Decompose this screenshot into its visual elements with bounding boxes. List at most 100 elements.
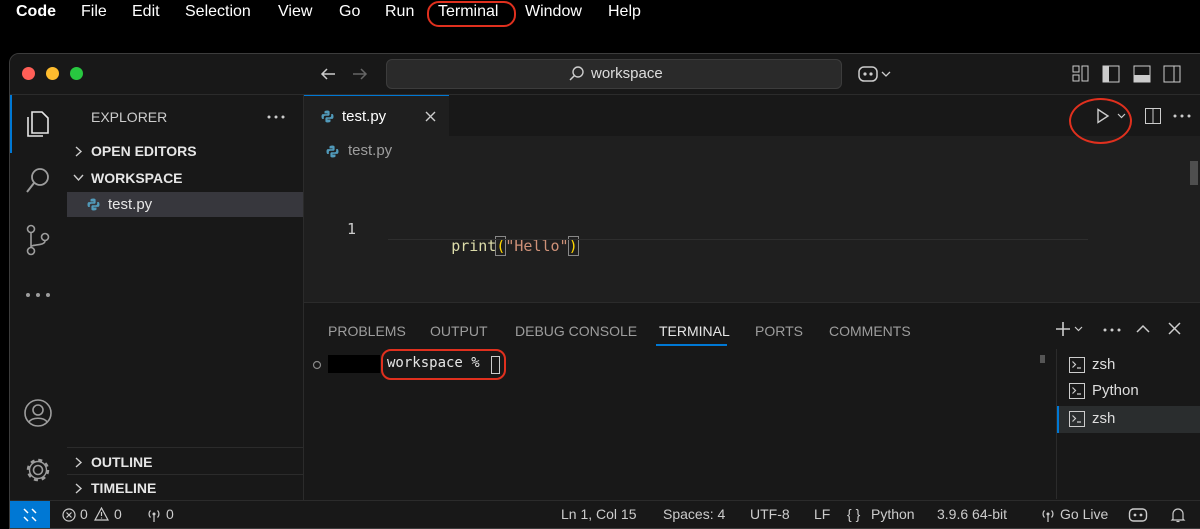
close-icon[interactable] [425, 111, 436, 122]
active-indicator [10, 95, 12, 153]
more-actions-icon[interactable] [1173, 114, 1191, 118]
more-icon[interactable] [25, 291, 51, 299]
terminal-name: Python [1092, 382, 1139, 399]
braces-icon: { } [847, 506, 861, 522]
file-name: test.py [108, 196, 153, 213]
toggle-sidebar-icon[interactable] [1102, 65, 1120, 83]
close-icon[interactable] [1168, 322, 1181, 335]
menu-selection[interactable]: Selection [185, 3, 251, 21]
editor-scrollbar[interactable] [1190, 161, 1198, 185]
explorer-sidebar: EXPLORER OPEN EDITORS WORKSPACE test.py [67, 95, 304, 500]
sidebar-divider [67, 447, 303, 448]
tab-test-py[interactable]: test.py [304, 95, 449, 137]
timeline-section[interactable]: TIMELINE [67, 476, 303, 500]
outline-section[interactable]: OUTLINE [67, 450, 303, 474]
remote-indicator[interactable] [10, 501, 50, 528]
close-window-button[interactable] [22, 67, 35, 80]
new-terminal-icon[interactable] [1055, 321, 1085, 337]
file-item-test-py[interactable]: test.py [67, 192, 303, 217]
terminal-list-item-active[interactable]: zsh [1057, 406, 1200, 433]
line-number: 1 [347, 220, 357, 238]
menu-view[interactable]: View [278, 3, 312, 21]
split-editor-icon[interactable] [1144, 107, 1162, 125]
source-control-icon[interactable] [25, 224, 51, 256]
redacted-username [328, 355, 380, 373]
menu-file[interactable]: File [81, 3, 107, 21]
terminal-list-item[interactable]: Python [1057, 380, 1200, 404]
encoding[interactable]: UTF-8 [750, 506, 790, 522]
menu-bar: Code File Edit Selection View Go Run Ter… [0, 0, 1200, 26]
search-icon [568, 65, 586, 83]
language-mode[interactable]: { } Python [847, 501, 927, 528]
tab-comments[interactable]: COMMENTS [829, 323, 911, 339]
menu-window[interactable]: Window [525, 3, 582, 21]
terminal-icon [1069, 357, 1085, 373]
python-file-icon [321, 110, 334, 123]
go-live-button[interactable]: Go Live [1040, 501, 1115, 528]
menu-run[interactable]: Run [385, 3, 414, 21]
command-center-search[interactable]: workspace [386, 59, 842, 89]
broadcast-icon [1040, 507, 1056, 523]
error-icon [62, 508, 76, 522]
remote-icon [22, 507, 38, 523]
notifications-icon[interactable] [1170, 507, 1186, 523]
terminal-scrollbar[interactable] [1040, 355, 1045, 363]
more-actions-icon[interactable] [1103, 328, 1121, 332]
error-count: 0 [80, 506, 88, 522]
ports-status[interactable]: 0 [144, 501, 184, 528]
toggle-panel-icon[interactable] [1133, 65, 1151, 83]
breadcrumb-file: test.py [348, 142, 393, 159]
customize-layout-icon[interactable] [1072, 65, 1090, 83]
terminal-name: zsh [1092, 356, 1116, 373]
menu-edit[interactable]: Edit [132, 3, 160, 21]
terminal-content[interactable]: workspace % [304, 349, 1044, 499]
minimize-window-button[interactable] [46, 67, 59, 80]
app-menu[interactable]: Code [16, 3, 56, 21]
current-line-highlight [388, 239, 1088, 240]
tab-problems[interactable]: PROBLEMS [328, 323, 406, 339]
tab-ports[interactable]: PORTS [755, 323, 803, 339]
cursor-position[interactable]: Ln 1, Col 15 [561, 506, 637, 522]
zoom-window-button[interactable] [70, 67, 83, 80]
back-arrow-icon[interactable] [319, 66, 337, 82]
editor-tabs: test.py [304, 95, 1200, 144]
copilot-icon[interactable] [1128, 507, 1148, 523]
gear-icon[interactable] [23, 455, 53, 485]
tab-output[interactable]: OUTPUT [430, 323, 488, 339]
editor-area: test.py test.py 1 print("Hello") [304, 95, 1200, 302]
terminal-name: zsh [1092, 410, 1116, 427]
code-line[interactable]: print("Hello") [397, 219, 579, 273]
indentation[interactable]: Spaces: 4 [663, 506, 725, 522]
copilot-icon[interactable] [857, 64, 893, 84]
python-file-icon [87, 198, 100, 211]
timeline-label: TIMELINE [91, 480, 157, 496]
accounts-icon[interactable] [23, 398, 53, 428]
chevron-right-icon [75, 483, 83, 494]
menu-go[interactable]: Go [339, 3, 360, 21]
open-editors-label: OPEN EDITORS [91, 143, 197, 159]
terminal-list: zsh Python zsh [1056, 349, 1200, 499]
toggle-secondary-sidebar-icon[interactable] [1163, 65, 1181, 83]
python-interpreter[interactable]: 3.9.6 64-bit [937, 506, 1007, 522]
terminal-list-item[interactable]: zsh [1057, 354, 1200, 378]
open-editors-section[interactable]: OPEN EDITORS [67, 139, 303, 163]
tab-terminal[interactable]: TERMINAL [659, 323, 730, 339]
chevron-right-icon [75, 457, 83, 468]
menu-help[interactable]: Help [608, 3, 641, 21]
explorer-icon[interactable] [23, 109, 51, 139]
more-actions-icon[interactable] [267, 115, 285, 119]
chevron-right-icon [75, 146, 83, 157]
search-icon[interactable] [24, 166, 52, 196]
tab-debug-console[interactable]: DEBUG CONSOLE [515, 323, 637, 339]
ports-count: 0 [166, 506, 174, 522]
chevron-up-icon[interactable] [1136, 324, 1150, 333]
workspace-section[interactable]: WORKSPACE [67, 166, 303, 190]
forward-arrow-icon[interactable] [351, 66, 369, 82]
problems-status[interactable]: 0 0 [60, 501, 130, 528]
terminal-icon [1069, 383, 1085, 399]
terminal-prompt-highlight [381, 349, 506, 380]
terminal-icon [1069, 411, 1085, 427]
explorer-title: EXPLORER [91, 109, 168, 125]
end-of-line[interactable]: LF [814, 506, 830, 522]
status-bar: 0 0 0 Ln 1, Col 15 Spaces: 4 UTF-8 LF { … [10, 500, 1200, 528]
